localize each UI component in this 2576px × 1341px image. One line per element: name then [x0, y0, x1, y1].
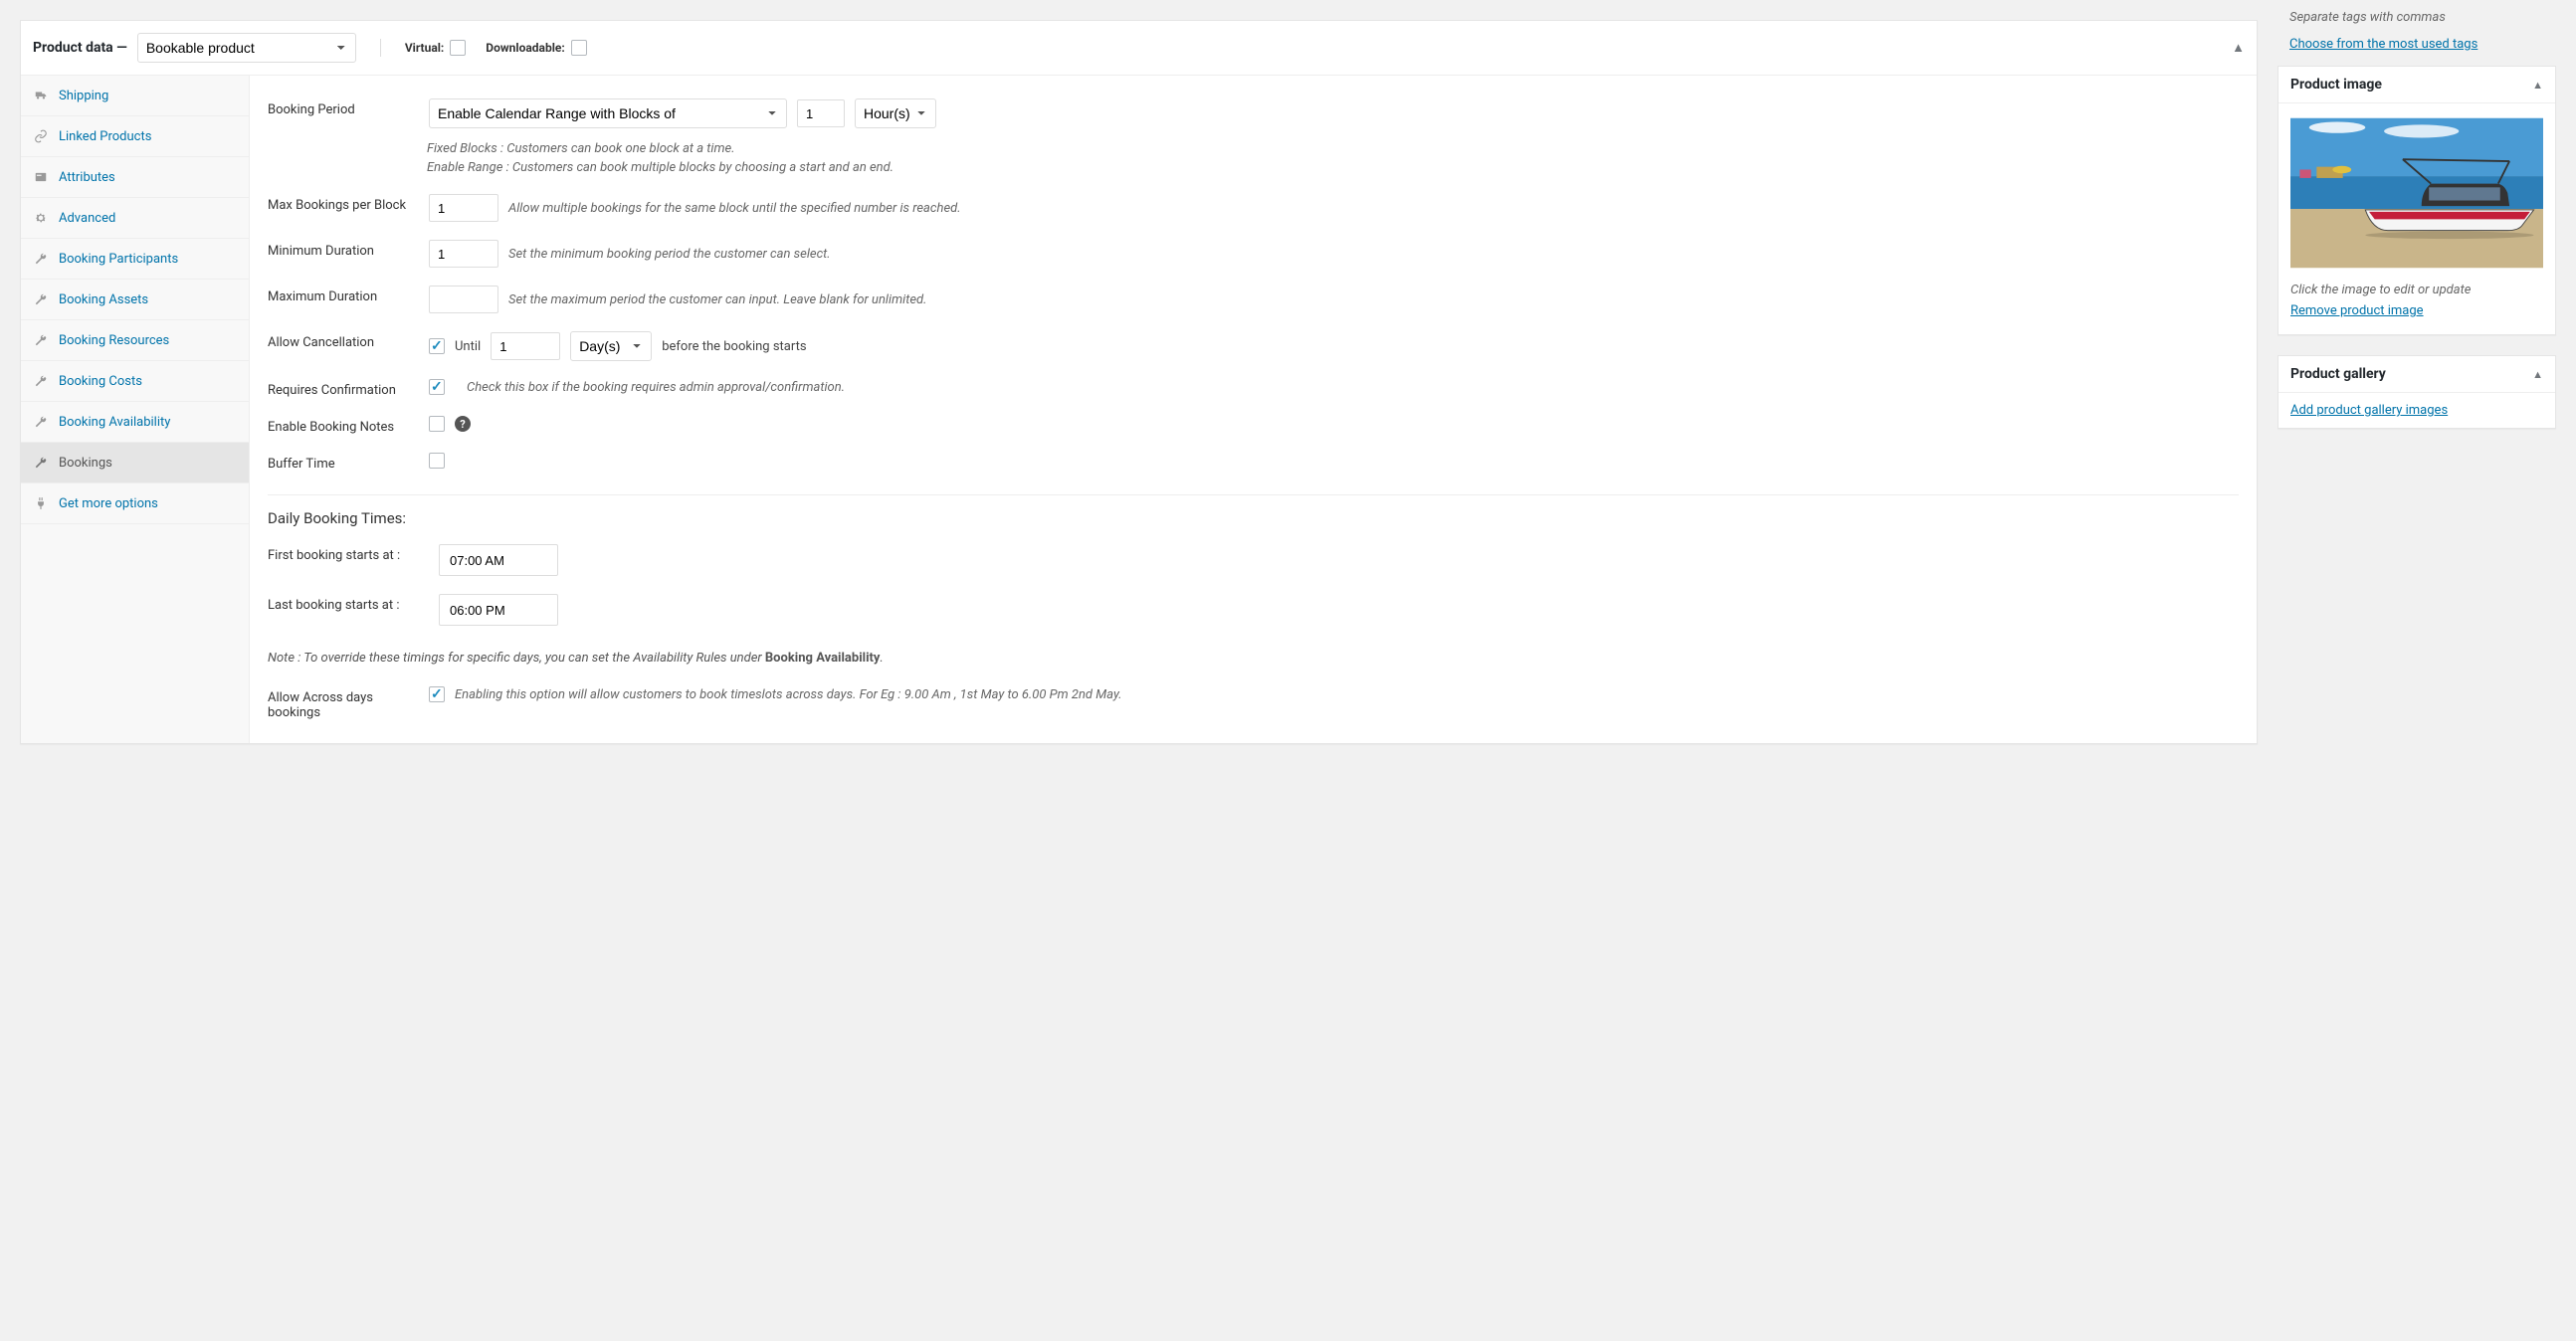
sidebar-item-costs[interactable]: Booking Costs	[21, 361, 249, 402]
max-bookings-input[interactable]	[429, 194, 498, 222]
sidebar-label: Advanced	[59, 211, 115, 226]
product-data-sidebar: Shipping Linked Products Attributes Advance…	[21, 76, 250, 743]
gear-icon	[33, 210, 49, 226]
booking-period-label: Booking Period	[268, 98, 417, 117]
sidebar-item-resources[interactable]: Booking Resources	[21, 320, 249, 361]
min-duration-input[interactable]	[429, 240, 498, 268]
collapse-panel-icon[interactable]: ▲	[2232, 40, 2245, 56]
allow-across-help: Enabling this option will allow customer…	[455, 687, 1122, 702]
virtual-checkbox[interactable]	[450, 40, 466, 56]
product-data-panel: Product data — Bookable product Virtual:…	[20, 20, 2258, 744]
help-icon[interactable]: ?	[455, 416, 471, 432]
product-gallery-toggle-icon[interactable]: ▲	[2532, 368, 2543, 381]
last-booking-input[interactable]	[439, 594, 558, 626]
cancel-suffix: before the booking starts	[662, 339, 806, 354]
sidebar-item-advanced[interactable]: Advanced	[21, 198, 249, 239]
divider	[380, 39, 381, 57]
daily-booking-times-title: Daily Booking Times:	[268, 509, 2239, 527]
min-duration-help: Set the minimum booking period the custo…	[508, 247, 831, 262]
sidebar-label: Booking Resources	[59, 333, 169, 348]
until-label: Until	[455, 339, 481, 354]
sidebar-item-linked[interactable]: Linked Products	[21, 116, 249, 157]
tags-separate-hint: Separate tags with commas	[2278, 4, 2556, 37]
choose-tags-link[interactable]: Choose from the most used tags	[2289, 37, 2477, 52]
allow-cancellation-label: Allow Cancellation	[268, 331, 417, 350]
allow-across-checkbox[interactable]	[429, 686, 445, 702]
cancel-unit-select[interactable]: Day(s)	[570, 331, 652, 361]
first-booking-label: First booking starts at :	[268, 544, 427, 563]
first-booking-input[interactable]	[439, 544, 558, 576]
add-gallery-images-link[interactable]: Add product gallery images	[2290, 403, 2448, 418]
booking-period-select[interactable]: Enable Calendar Range with Blocks of	[429, 98, 787, 128]
buffer-time-checkbox[interactable]	[429, 453, 445, 469]
product-image-toggle-icon[interactable]: ▲	[2532, 79, 2543, 92]
sidebar-label: Attributes	[59, 170, 115, 185]
allow-across-label: Allow Across days bookings	[268, 686, 417, 720]
sidebar-item-bookings[interactable]: Bookings	[21, 443, 249, 483]
downloadable-checkbox[interactable]	[571, 40, 587, 56]
downloadable-label[interactable]: Downloadable:	[486, 40, 586, 56]
sidebar-label: Get more options	[59, 496, 158, 511]
sidebar-label: Bookings	[59, 456, 112, 471]
requires-confirmation-label: Requires Confirmation	[268, 379, 417, 398]
wrench-icon	[33, 373, 49, 389]
sidebar-label: Booking Availability	[59, 415, 170, 430]
product-image-edit-hint: Click the image to edit or update	[2290, 283, 2543, 297]
sidebar-item-attributes[interactable]: Attributes	[21, 157, 249, 198]
requires-confirmation-checkbox[interactable]	[429, 379, 445, 395]
buffer-time-label: Buffer Time	[268, 453, 417, 472]
max-duration-label: Maximum Duration	[268, 286, 417, 304]
truck-icon	[33, 88, 49, 103]
max-bookings-help: Allow multiple bookings for the same blo…	[508, 201, 961, 216]
enable-notes-label: Enable Booking Notes	[268, 416, 417, 435]
min-duration-label: Minimum Duration	[268, 240, 417, 259]
sidebar-label: Shipping	[59, 89, 108, 103]
cancel-value-input[interactable]	[491, 332, 560, 360]
sidebar-label: Booking Participants	[59, 252, 178, 267]
max-duration-help: Set the maximum period the customer can …	[508, 292, 926, 307]
sidebar-label: Linked Products	[59, 129, 151, 144]
enable-notes-checkbox[interactable]	[429, 416, 445, 432]
allow-cancellation-checkbox[interactable]	[429, 338, 445, 354]
product-gallery-metabox: Product gallery ▲ Add product gallery im…	[2278, 355, 2556, 429]
product-type-select[interactable]: Bookable product	[137, 33, 356, 63]
product-image-thumbnail[interactable]	[2290, 113, 2543, 273]
wrench-icon	[33, 455, 49, 471]
product-data-title: Product data —	[33, 40, 127, 56]
sidebar-item-shipping[interactable]: Shipping	[21, 76, 249, 116]
sidebar-item-assets[interactable]: Booking Assets	[21, 280, 249, 320]
card-icon	[33, 169, 49, 185]
plug-icon	[33, 495, 49, 511]
sidebar-label: Booking Assets	[59, 292, 148, 307]
virtual-label[interactable]: Virtual:	[405, 40, 466, 56]
availability-note: Note : To override these timings for spe…	[268, 635, 2239, 677]
max-duration-input[interactable]	[429, 286, 498, 313]
booking-period-qty-input[interactable]	[797, 99, 845, 127]
last-booking-label: Last booking starts at :	[268, 594, 427, 613]
period-help-2: Enable Range : Customers can book multip…	[427, 160, 2239, 175]
product-image-metabox: Product image ▲	[2278, 66, 2556, 335]
sidebar-item-availability[interactable]: Booking Availability	[21, 402, 249, 443]
requires-confirmation-help: Check this box if the booking requires a…	[467, 380, 845, 395]
wrench-icon	[33, 291, 49, 307]
max-bookings-label: Max Bookings per Block	[268, 194, 417, 213]
wrench-icon	[33, 414, 49, 430]
remove-product-image-link[interactable]: Remove product image	[2290, 303, 2424, 318]
product-image-title: Product image	[2290, 77, 2382, 93]
sidebar-item-participants[interactable]: Booking Participants	[21, 239, 249, 280]
period-help-1: Fixed Blocks : Customers can book one bl…	[427, 141, 2239, 156]
sidebar-label: Booking Costs	[59, 374, 142, 389]
wrench-icon	[33, 332, 49, 348]
sidebar-item-more[interactable]: Get more options	[21, 483, 249, 524]
product-data-header: Product data — Bookable product Virtual:…	[21, 21, 2257, 76]
link-icon	[33, 128, 49, 144]
booking-period-unit-select[interactable]: Hour(s)	[855, 98, 936, 128]
wrench-icon	[33, 251, 49, 267]
bookings-content: Booking Period Enable Calendar Range wit…	[250, 76, 2257, 743]
product-gallery-title: Product gallery	[2290, 366, 2386, 382]
